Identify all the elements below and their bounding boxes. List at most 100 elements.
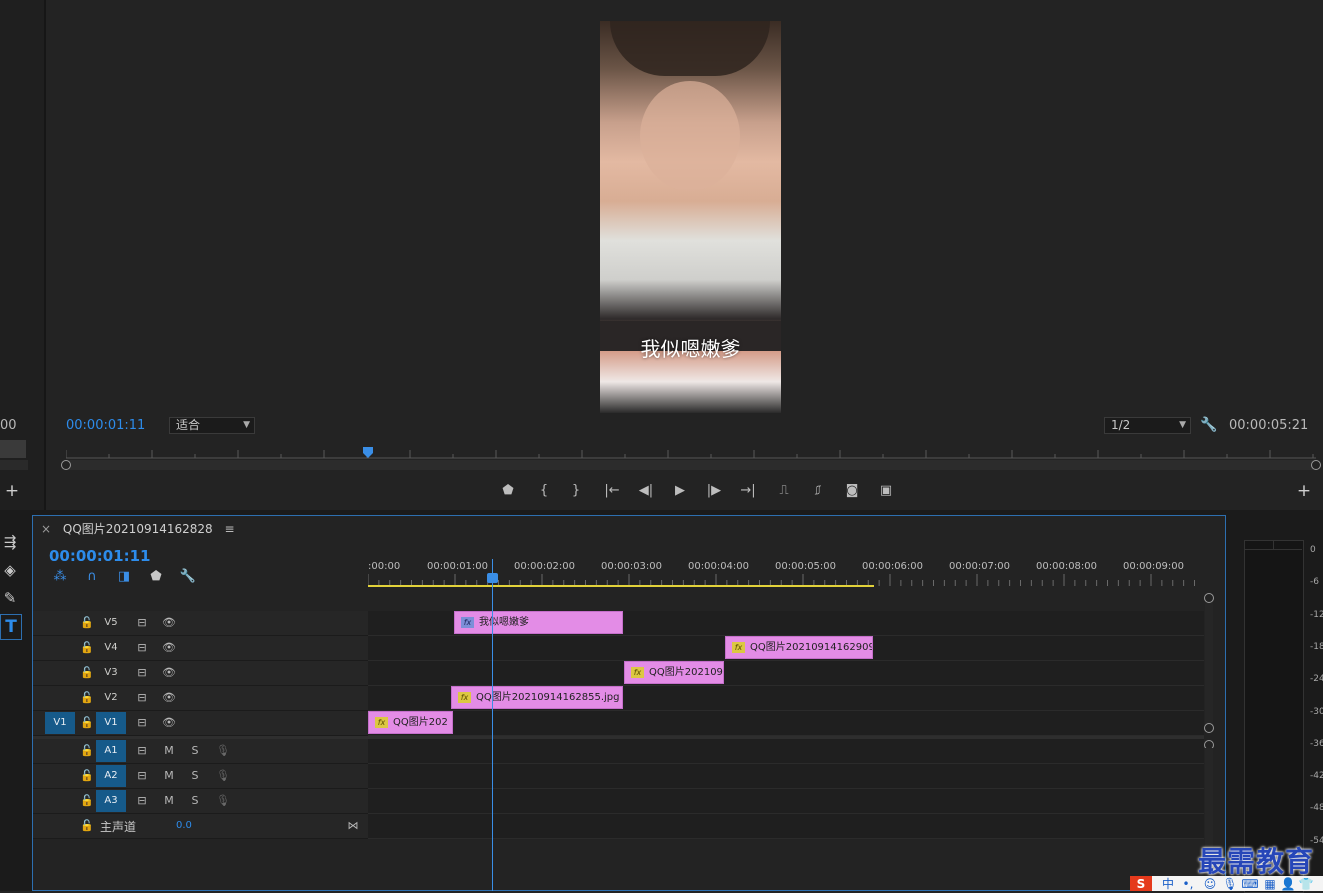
mute-button[interactable]: M [161,789,177,811]
clip-v5[interactable]: fx 我似嗯嫩爹 [454,611,623,634]
sequence-tab[interactable]: × QQ图片20210914162828 ≡ [41,520,235,537]
ime-language[interactable]: 中 [1160,876,1176,891]
lock-icon[interactable]: 🔓 [79,789,95,811]
track-name-v1[interactable]: V1 [96,712,126,734]
lock-icon[interactable]: 🔓 [79,636,95,658]
resolution-dropdown[interactable]: 1/2 ▼ [1104,417,1191,434]
eye-icon[interactable]: 👁 [161,686,177,708]
sync-lock-icon[interactable]: ⊟ [134,739,150,761]
lock-icon[interactable]: 🔓 [79,661,95,683]
monitor-zoom-scrollbar[interactable] [66,460,1316,470]
solo-button[interactable]: S [187,739,203,761]
clip-v3[interactable]: fx QQ图片202109 [624,661,724,684]
monitor-ruler[interactable] [66,447,1316,459]
toolbox-icon[interactable]: ▦ [1262,876,1278,891]
step-back-icon[interactable]: ◀| [635,481,657,499]
track-name-v5[interactable]: V5 [96,612,126,634]
fit-dropdown[interactable]: 适合 ▼ [169,417,255,434]
microphone-icon[interactable]: 🎙 [1222,876,1238,891]
vscroll-handle-bottom[interactable] [1204,723,1214,733]
snap-magnet-icon[interactable]: ∩ [83,569,101,584]
mark-in-icon[interactable]: { [533,481,555,499]
solo-button[interactable]: S [187,764,203,786]
track-name-a2[interactable]: A2 [96,765,126,787]
sync-lock-icon[interactable]: ⊟ [134,711,150,733]
linked-selection-icon[interactable]: ◨ [115,569,133,584]
vscroll-handle-top[interactable] [1204,593,1214,603]
voiceover-mic-icon[interactable]: 🎙 [215,739,231,761]
track-name-v4[interactable]: V4 [96,637,126,659]
skin-icon[interactable]: 👕 [1298,876,1314,891]
mark-out-icon[interactable]: } [565,481,587,499]
mute-button[interactable]: M [161,764,177,786]
left-scroll-track[interactable] [0,460,28,470]
lock-icon[interactable]: 🔓 [79,686,95,708]
master-volume-value[interactable]: 0.0 [176,820,192,831]
track-name-a3[interactable]: A3 [96,790,126,812]
scroll-handle-left[interactable] [61,460,71,470]
comparison-view-icon[interactable]: ▣ [875,481,897,499]
monitor-current-timecode[interactable]: 00:00:01:11 [66,418,145,433]
lock-icon[interactable]: 🔓 [79,814,95,836]
clip-v2[interactable]: fx QQ图片20210914162855.jpg [451,686,623,709]
wrench-icon[interactable]: 🔧 [1200,416,1217,434]
playhead-handle[interactable] [487,573,498,583]
track-name-v2[interactable]: V2 [96,687,126,709]
eye-icon[interactable]: 👁 [161,661,177,683]
extract-icon[interactable]: ⎎ [807,481,829,499]
play-icon[interactable]: ▶ [669,481,691,499]
add-button-icon[interactable]: + [1296,481,1312,501]
close-tab-icon[interactable]: × [41,522,51,536]
sync-lock-icon[interactable]: ⊟ [134,789,150,811]
punctuation-icon[interactable]: •, [1180,876,1196,891]
sync-lock-icon[interactable]: ⊟ [134,636,150,658]
timeline-settings-wrench-icon[interactable]: 🔧 [179,569,197,584]
lock-icon[interactable]: 🔓 [79,764,95,786]
lock-icon[interactable]: 🔓 [79,711,95,733]
go-to-out-icon[interactable]: →| [737,481,759,499]
lift-icon[interactable]: ⎍ [773,481,795,499]
sync-lock-icon[interactable]: ⊟ [134,611,150,633]
resolution-value: 1/2 [1111,418,1131,432]
keyboard-icon[interactable]: ⌨ [1241,876,1258,891]
lock-icon[interactable]: 🔓 [79,611,95,633]
menu-icon[interactable]: ≡ [225,522,235,536]
user-icon[interactable]: 👤 [1280,876,1296,891]
sogou-ime-icon[interactable]: S [1130,876,1152,891]
nest-sequence-icon[interactable]: ⁂ [51,569,69,584]
track-name-a1[interactable]: A1 [96,740,126,762]
pen-icon[interactable]: ✎ [0,586,20,610]
add-marker-icon[interactable]: ⬟ [147,569,165,584]
scroll-handle-right[interactable] [1311,460,1321,470]
sync-lock-icon[interactable]: ⊟ [134,661,150,683]
source-patch-v1[interactable]: V1 [45,712,75,734]
eye-icon[interactable]: 👁 [161,711,177,733]
sync-lock-icon[interactable]: ⊟ [134,686,150,708]
export-frame-camera-icon[interactable]: ◙ [841,481,863,499]
track-select-forward-icon[interactable]: ⇶ [0,530,20,554]
left-scroll-thumb[interactable] [0,440,26,458]
razor-icon[interactable]: ◈ [0,558,20,582]
track-name-v3[interactable]: V3 [96,662,126,684]
clip-v1[interactable]: fx QQ图片202 [368,711,453,734]
monitor-playhead[interactable] [363,447,373,458]
voiceover-mic-icon[interactable]: 🎙 [215,764,231,786]
video-vertical-scrollbar[interactable] [1205,596,1213,730]
go-to-in-out-icon[interactable]: ⋈ [345,814,361,836]
sync-lock-icon[interactable]: ⊟ [134,764,150,786]
timeline-timecode[interactable]: 00:00:01:11 [49,547,151,565]
add-marker-icon[interactable]: ⬟ [497,481,519,499]
playhead-line[interactable] [492,559,493,891]
voiceover-mic-icon[interactable]: 🎙 [215,789,231,811]
lock-icon[interactable]: 🔓 [79,739,95,761]
emoji-icon[interactable]: ☺ [1202,876,1218,891]
type-tool-icon[interactable]: T [0,614,22,640]
solo-button[interactable]: S [187,789,203,811]
step-forward-icon[interactable]: |▶ [703,481,725,499]
clip-v4[interactable]: fx QQ图片20210914162909.j [725,636,873,659]
add-icon[interactable]: + [4,481,20,501]
go-to-in-icon[interactable]: |← [601,481,623,499]
eye-icon[interactable]: 👁 [161,636,177,658]
mute-button[interactable]: M [161,739,177,761]
eye-icon[interactable]: 👁 [161,611,177,633]
